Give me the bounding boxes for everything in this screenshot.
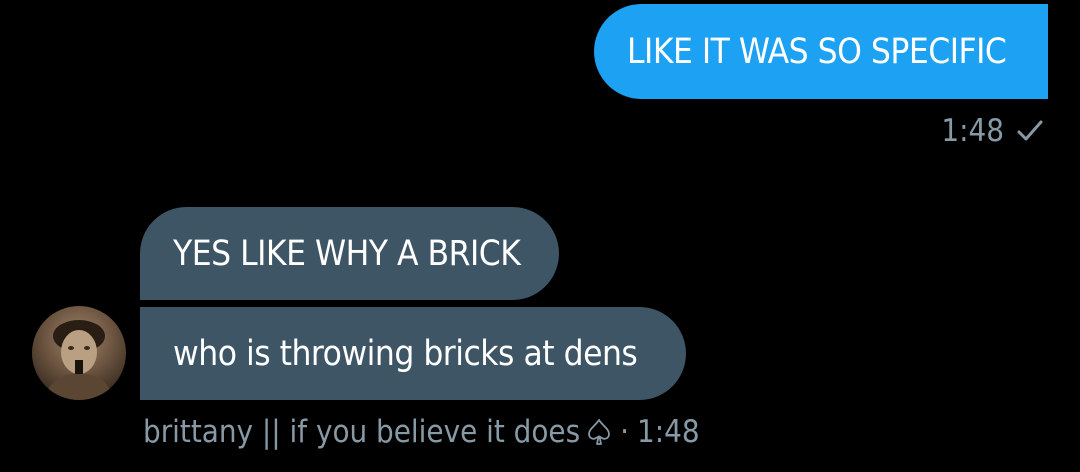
incoming-message-bubble[interactable]: YES LIKE WHY A BRICK — [140, 207, 559, 300]
check-icon — [1016, 118, 1044, 144]
incoming-message-text: who is throwing bricks at dens — [173, 333, 638, 374]
sender-name[interactable]: brittany || if you believe it does — [143, 414, 580, 450]
outgoing-message-meta: 1:48 — [941, 113, 1044, 149]
incoming-message-bubble[interactable]: who is throwing bricks at dens — [140, 307, 686, 400]
incoming-message-meta: brittany || if you believe it does · 1:4… — [143, 414, 700, 450]
incoming-message-time: 1:48 — [636, 414, 700, 450]
outgoing-message-bubble[interactable]: LIKE IT WAS SO SPECIFIC — [594, 4, 1048, 99]
meta-separator: · — [620, 414, 629, 450]
avatar[interactable] — [32, 306, 126, 400]
incoming-message-text: YES LIKE WHY A BRICK — [173, 233, 521, 274]
outgoing-message-time: 1:48 — [941, 113, 1004, 149]
spade-icon — [586, 417, 612, 447]
chat-thread: LIKE IT WAS SO SPECIFIC 1:48 YES LIKE WH… — [0, 0, 1080, 472]
outgoing-message-text: LIKE IT WAS SO SPECIFIC — [627, 31, 1007, 72]
